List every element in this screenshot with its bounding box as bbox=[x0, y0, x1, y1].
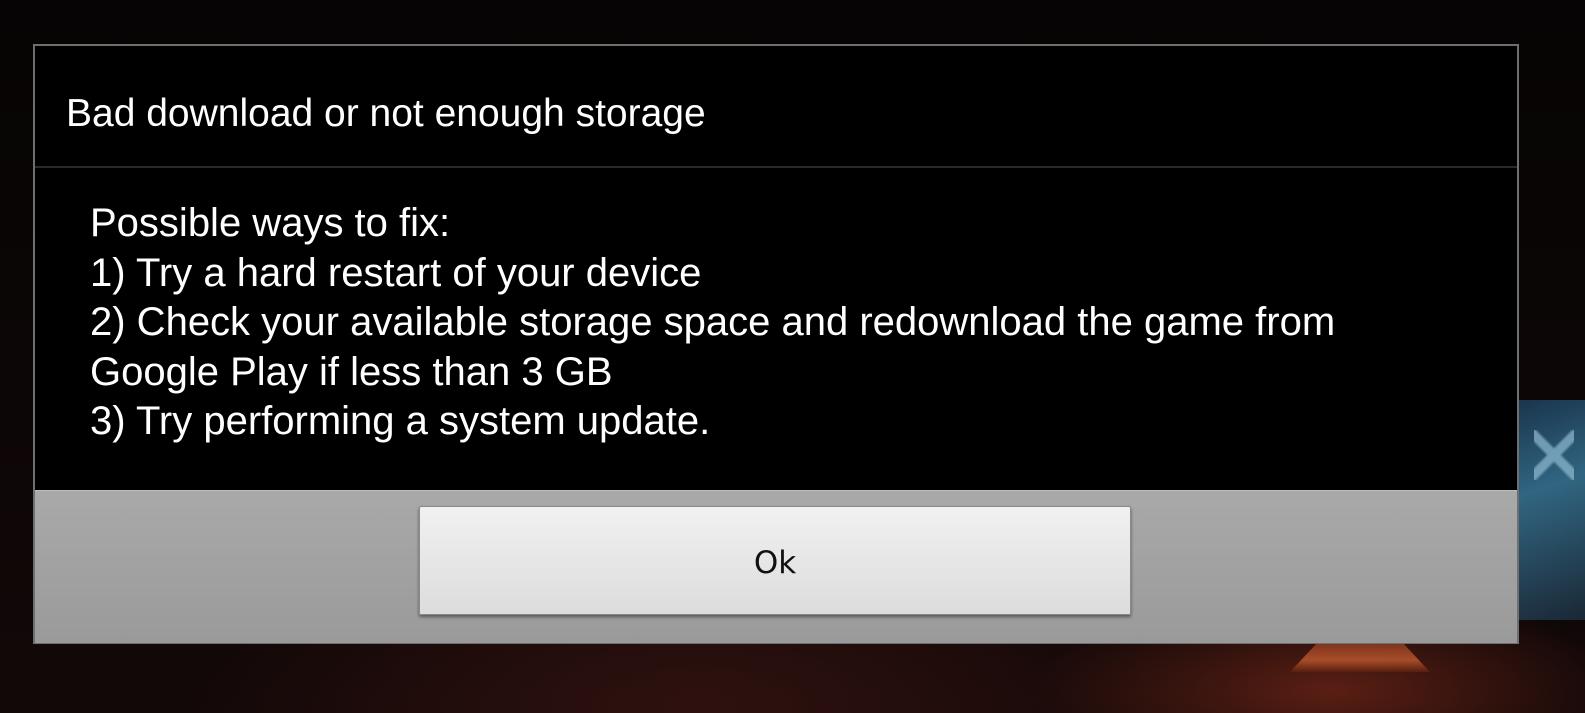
dialog-header: Bad download or not enough storage bbox=[35, 46, 1517, 168]
dialog-body: Possible ways to fix: 1) Try a hard rest… bbox=[35, 168, 1517, 490]
message-line: Google Play if less than 3 GB bbox=[90, 349, 613, 394]
message-line: 3) Try performing a system update. bbox=[90, 399, 711, 443]
background-game-artwork bbox=[1518, 400, 1585, 620]
ok-button-label: Ok bbox=[753, 544, 797, 581]
message-line: 1) Try a hard restart of your device bbox=[90, 250, 702, 295]
error-dialog: Bad download or not enough storage Possi… bbox=[33, 44, 1519, 644]
ok-button[interactable]: Ok bbox=[419, 506, 1131, 615]
dialog-button-bar: Ok bbox=[35, 490, 1517, 643]
message-line: 2) Check your available storage space an… bbox=[90, 300, 1336, 344]
dialog-message: Possible ways to fix: 1) Try a hard rest… bbox=[90, 199, 1470, 447]
message-line: Possible ways to fix: bbox=[90, 201, 451, 245]
dialog-title: Bad download or not enough storage bbox=[66, 92, 706, 135]
